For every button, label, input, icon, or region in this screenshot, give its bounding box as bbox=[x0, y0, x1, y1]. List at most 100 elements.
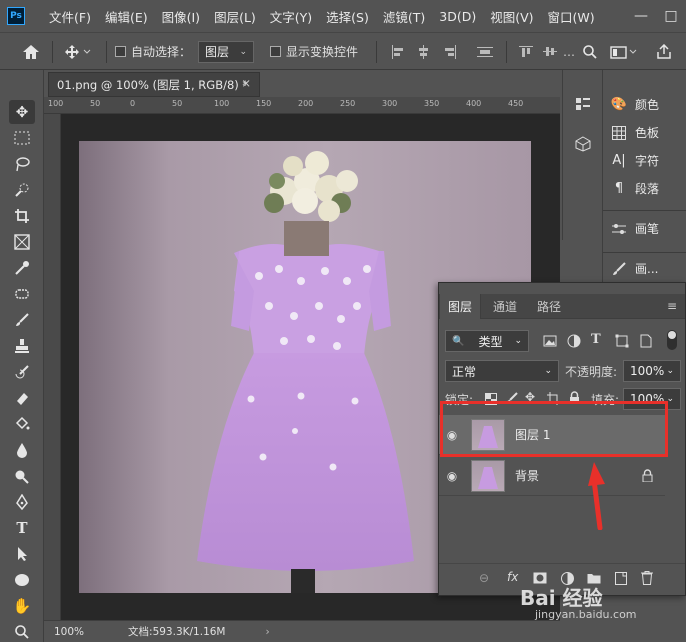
share-icon[interactable] bbox=[656, 33, 672, 70]
maximize-button[interactable]: □ bbox=[656, 8, 686, 24]
document-tab[interactable]: 01.png @ 100% (图层 1, RGB/8) * × bbox=[48, 72, 260, 97]
swatches-panel-button[interactable]: 色板 bbox=[611, 124, 659, 141]
ruler-label: 450 bbox=[508, 99, 524, 108]
eraser-tool-icon[interactable] bbox=[9, 386, 35, 410]
brush-settings-icon bbox=[611, 221, 627, 237]
align-middle-icon[interactable] bbox=[542, 33, 558, 70]
more-options-icon[interactable]: … bbox=[563, 33, 575, 70]
minimize-button[interactable]: — bbox=[626, 8, 656, 24]
chevron-down-icon: ⌄ bbox=[544, 366, 552, 376]
chevron-down-icon: ⌄ bbox=[239, 46, 247, 57]
show-transform-option[interactable]: 显示变换控件 bbox=[270, 33, 358, 70]
color-panel-button[interactable]: 🎨 颜色 bbox=[611, 96, 659, 113]
3d-icon[interactable] bbox=[575, 136, 591, 155]
layer-row-background[interactable]: ◉ 背景 bbox=[439, 456, 665, 496]
visibility-eye-icon[interactable]: ◉ bbox=[439, 469, 465, 483]
menu-bar: Ps 文件(F) 编辑(E) 图像(I) 图层(L) 文字(Y) 选择(S) 滤… bbox=[0, 0, 686, 32]
align-center-icon[interactable] bbox=[416, 33, 432, 70]
auto-select-target-dropdown[interactable]: 图层 ⌄ bbox=[198, 40, 254, 63]
menu-edit[interactable]: 编辑(E) bbox=[105, 7, 148, 26]
trash-icon[interactable] bbox=[641, 571, 653, 588]
blur-tool-icon[interactable] bbox=[9, 438, 35, 462]
auto-select-checkbox[interactable] bbox=[115, 46, 126, 57]
ruler-label: 50 bbox=[90, 99, 101, 108]
filter-type-icon[interactable]: T bbox=[591, 332, 601, 347]
align-right-icon[interactable] bbox=[442, 33, 458, 70]
crop-tool-icon[interactable] bbox=[9, 204, 35, 228]
history-icon[interactable] bbox=[575, 96, 591, 115]
paint-bucket-tool-icon[interactable] bbox=[9, 412, 35, 436]
close-icon[interactable]: × bbox=[241, 76, 251, 90]
lock-icon[interactable] bbox=[642, 469, 653, 485]
menu-window[interactable]: 窗口(W) bbox=[548, 7, 595, 26]
brush-icon bbox=[611, 261, 627, 277]
workspace-icon[interactable] bbox=[610, 33, 638, 70]
filter-toggle[interactable] bbox=[667, 330, 677, 350]
pen-tool-icon[interactable] bbox=[9, 490, 35, 514]
auto-select-option[interactable]: 自动选择： bbox=[115, 33, 191, 70]
quick-select-tool-icon[interactable] bbox=[9, 178, 35, 202]
menu-type[interactable]: 文字(Y) bbox=[270, 7, 312, 26]
zoom-level[interactable]: 100% bbox=[54, 626, 84, 638]
horizontal-ruler: 100 50 0 50 100 150 200 250 300 350 400 … bbox=[44, 97, 560, 114]
filter-pixel-icon[interactable] bbox=[543, 334, 557, 351]
brush-panel-button[interactable]: 画笔 bbox=[611, 220, 659, 237]
align-top-icon[interactable] bbox=[518, 33, 534, 70]
move-tool-icon[interactable]: ✥ bbox=[9, 100, 35, 124]
menu-image[interactable]: 图像(I) bbox=[162, 7, 200, 26]
panel-menu-icon[interactable]: ≡ bbox=[667, 299, 677, 313]
home-icon[interactable] bbox=[22, 33, 40, 70]
filter-adjustment-icon[interactable] bbox=[567, 334, 581, 351]
fx-icon[interactable]: fx bbox=[507, 570, 518, 584]
layer-filter-dropdown[interactable]: 🔍 类型 ⌄ bbox=[445, 330, 529, 352]
clone-stamp-tool-icon[interactable] bbox=[9, 334, 35, 358]
hand-tool-icon[interactable]: ✋ bbox=[9, 594, 35, 618]
menu-filter[interactable]: 滤镜(T) bbox=[383, 7, 425, 26]
status-bar: 100% 文档:593.3K/1.16M › bbox=[44, 620, 560, 642]
menu-view[interactable]: 视图(V) bbox=[490, 7, 533, 26]
lasso-tool-icon[interactable] bbox=[9, 152, 35, 176]
baidu-watermark-url: jingyan.baidu.com bbox=[535, 608, 637, 621]
healing-brush-tool-icon[interactable] bbox=[9, 282, 35, 306]
auto-select-label: 自动选择： bbox=[131, 45, 192, 59]
menu-layer[interactable]: 图层(L) bbox=[214, 7, 256, 26]
layer-name[interactable]: 背景 bbox=[515, 467, 539, 484]
brush-settings-panel-button[interactable]: 画... bbox=[611, 260, 658, 277]
chevron-down-icon: ⌄ bbox=[514, 336, 522, 346]
ruler-label: 350 bbox=[424, 99, 440, 108]
search-icon[interactable] bbox=[582, 33, 598, 70]
tab-layers[interactable]: 图层 bbox=[439, 294, 481, 319]
paragraph-panel-button[interactable]: ¶ 段落 bbox=[611, 180, 659, 197]
brush-tool-icon[interactable] bbox=[9, 308, 35, 332]
link-icon[interactable]: ⊖ bbox=[479, 571, 489, 585]
filter-shape-icon[interactable] bbox=[615, 334, 629, 351]
zoom-tool-icon[interactable] bbox=[9, 620, 35, 642]
ellipse-tool-icon[interactable] bbox=[9, 568, 35, 592]
character-panel-button[interactable]: A| 字符 bbox=[611, 152, 659, 169]
path-selection-tool-icon[interactable] bbox=[9, 542, 35, 566]
new-layer-icon[interactable] bbox=[615, 572, 627, 588]
align-left-icon[interactable] bbox=[390, 33, 406, 70]
ruler-label: 100 bbox=[48, 99, 64, 108]
marquee-tool-icon[interactable] bbox=[9, 126, 35, 150]
frame-tool-icon[interactable] bbox=[9, 230, 35, 254]
panel-icon-strip bbox=[562, 70, 602, 240]
opacity-input[interactable]: 100% ⌄ bbox=[623, 360, 681, 382]
filter-smart-object-icon[interactable] bbox=[639, 334, 653, 351]
tab-paths[interactable]: 路径 bbox=[527, 294, 571, 319]
menu-3d[interactable]: 3D(D) bbox=[439, 9, 476, 24]
dodge-tool-icon[interactable] bbox=[9, 464, 35, 488]
show-transform-checkbox[interactable] bbox=[270, 46, 281, 57]
document-tab-title: 01.png @ 100% (图层 1, RGB/8) * bbox=[57, 77, 249, 92]
tab-channels[interactable]: 通道 bbox=[483, 294, 527, 319]
menu-file[interactable]: 文件(F) bbox=[49, 7, 91, 26]
blend-mode-dropdown[interactable]: 正常 ⌄ bbox=[445, 360, 559, 382]
baidu-watermark: Bai 经验 bbox=[520, 586, 603, 610]
history-brush-tool-icon[interactable] bbox=[9, 360, 35, 384]
eyedropper-tool-icon[interactable] bbox=[9, 256, 35, 280]
chevron-right-icon[interactable]: › bbox=[266, 626, 270, 638]
type-tool-icon[interactable]: T bbox=[9, 516, 35, 540]
move-tool-preset-icon[interactable] bbox=[64, 33, 92, 70]
menu-select[interactable]: 选择(S) bbox=[326, 7, 369, 26]
distribute-icon[interactable] bbox=[476, 33, 494, 70]
